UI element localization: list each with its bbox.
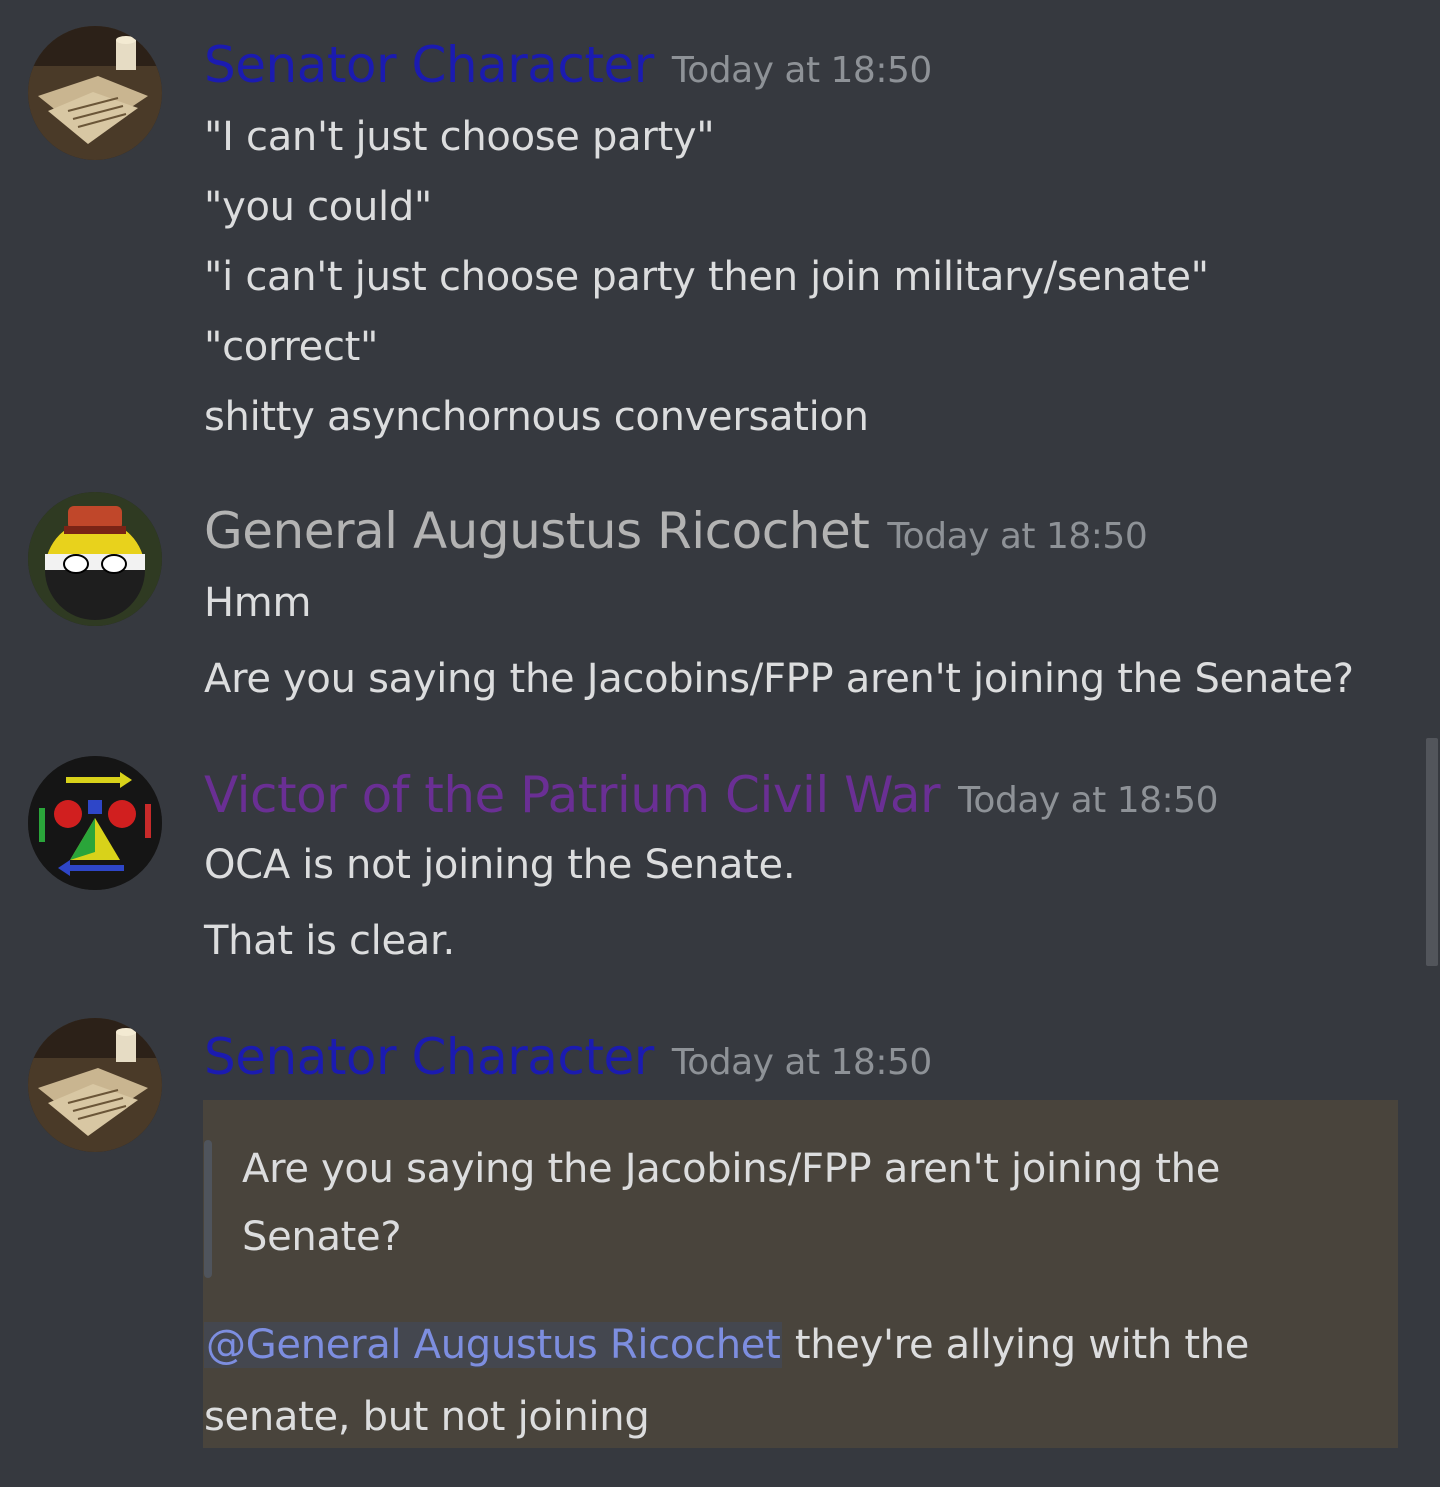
paper-writing-icon [28, 1018, 162, 1152]
message-header: Victor of the Patrium Civil War Today at … [204, 766, 1218, 824]
paper-writing-icon [28, 26, 162, 160]
user-mention[interactable]: @General Augustus Ricochet [204, 1322, 783, 1368]
message-header: General Augustus Ricochet Today at 18:50 [204, 502, 1148, 560]
message-text: "correct" [204, 324, 379, 370]
message-text: "I can't just choose party" [204, 114, 715, 160]
username[interactable]: Senator Character [204, 36, 654, 94]
faction-arrows-icon [28, 756, 162, 890]
blockquote-text: Senate? [242, 1214, 402, 1260]
message-text: Hmm [204, 580, 312, 626]
countryball-general-icon [28, 492, 162, 626]
username[interactable]: Senator Character [204, 1028, 654, 1086]
blockquote-text: Are you saying the Jacobins/FPP aren't j… [242, 1146, 1221, 1192]
scrollbar-thumb[interactable] [1426, 738, 1438, 966]
message-text: "i can't just choose party then join mil… [204, 254, 1209, 300]
user-avatar[interactable] [28, 492, 162, 626]
message-header: Senator Character Today at 18:50 [204, 1028, 932, 1086]
chat-message-list: Senator Character Today at 18:50 "I can't… [0, 0, 1440, 1487]
message-text: senate, but not joining [204, 1394, 650, 1440]
timestamp: Today at 18:50 [887, 516, 1148, 557]
message-text: @General Augustus Ricochet they're allyi… [204, 1322, 1249, 1368]
message-text: That is clear. [204, 918, 455, 964]
timestamp: Today at 18:50 [958, 780, 1218, 821]
timestamp: Today at 18:50 [671, 50, 932, 91]
username[interactable]: General Augustus Ricochet [204, 502, 870, 560]
message-text: "you could" [204, 184, 433, 230]
message-text-segment: they're allying with the [782, 1322, 1250, 1368]
message-text: OCA is not joining the Senate. [204, 842, 796, 888]
username[interactable]: Victor of the Patrium Civil War [204, 766, 941, 824]
timestamp: Today at 18:50 [671, 1042, 932, 1083]
message-text: shitty asynchornous conversation [204, 394, 869, 440]
user-avatar[interactable] [28, 1018, 162, 1152]
message-text: Are you saying the Jacobins/FPP aren't j… [204, 656, 1354, 702]
message-header: Senator Character Today at 18:50 [204, 36, 932, 94]
user-avatar[interactable] [28, 756, 162, 890]
blockquote-bar [204, 1140, 212, 1278]
user-avatar[interactable] [28, 26, 162, 160]
